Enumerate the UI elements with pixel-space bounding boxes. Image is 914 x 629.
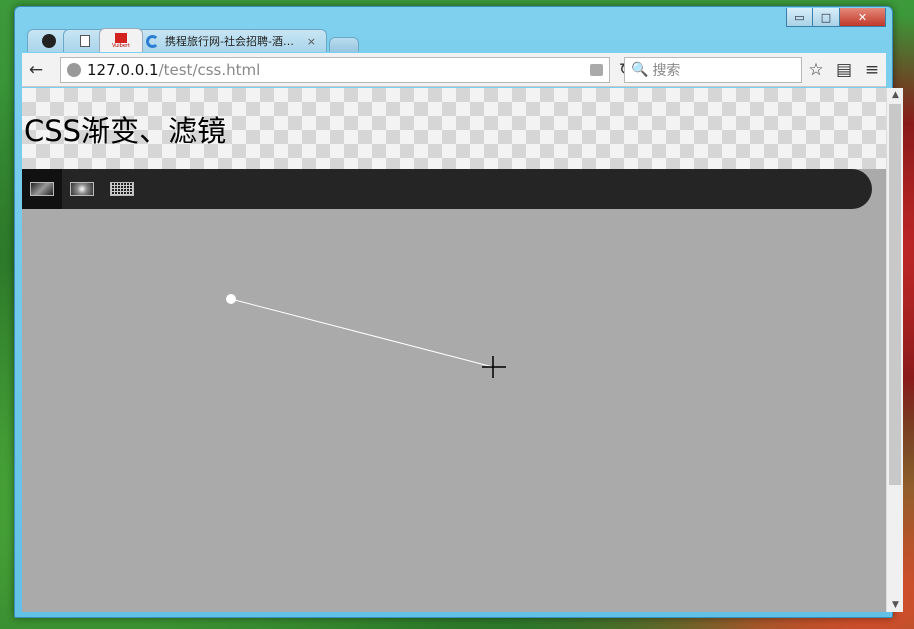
nav-linear-gradient[interactable] [22, 169, 62, 209]
scroll-down-icon[interactable]: ▼ [887, 598, 904, 612]
crosshair-cursor-icon [482, 356, 506, 378]
reader-icon[interactable]: ▤ [830, 56, 858, 84]
gradient-start-handle[interactable] [226, 294, 236, 304]
swirl-icon [146, 34, 159, 48]
url-host: 127.0.0.1 [87, 61, 159, 79]
scroll-up-icon[interactable]: ▲ [887, 88, 904, 102]
gradient-direction-line [230, 298, 494, 368]
nav-radial-gradient[interactable] [62, 169, 102, 209]
gradient-canvas[interactable] [22, 209, 872, 612]
blank-page-icon [80, 35, 90, 47]
browser-toolbar: ← 127.0.0.1/test/css.html ↻ 🔍 搜索 ☆ ▤ ≡ [22, 53, 886, 87]
page-header: CSS渐变、滤镜 [22, 88, 886, 169]
dropdown-icon[interactable] [590, 64, 603, 76]
page-viewport: CSS渐变、滤镜 [22, 88, 886, 612]
radial-gradient-icon [70, 182, 94, 196]
scrollbar-thumb[interactable] [889, 104, 901, 485]
back-button[interactable]: ← [22, 56, 50, 84]
grid-pattern-icon [110, 182, 134, 196]
minimize-button[interactable]: ▭ [786, 8, 813, 27]
tab-current[interactable]: Vuibert [99, 28, 143, 52]
new-tab-button[interactable] [329, 37, 359, 52]
search-icon: 🔍 [631, 62, 649, 78]
address-bar[interactable]: 127.0.0.1/test/css.html [60, 57, 610, 83]
window-controls: ▭ □ ✕ [786, 8, 886, 27]
menu-icon[interactable]: ≡ [858, 56, 886, 84]
page-title: CSS渐变、滤镜 [24, 114, 227, 148]
url-path: /test/css.html [158, 61, 261, 79]
search-input[interactable]: 🔍 搜索 [624, 57, 802, 83]
search-placeholder: 搜索 [652, 63, 681, 79]
browser-window: ▭ □ ✕ Vuibert 携程旅行网-社会招聘-酒… × ← 127.0.0.… [14, 6, 903, 618]
tab-title: 携程旅行网-社会招聘-酒… [165, 35, 294, 48]
bookmark-star-icon[interactable]: ☆ [802, 56, 830, 84]
nav-grid-pattern[interactable] [102, 169, 142, 209]
gradient-nav [22, 169, 872, 209]
ctrip-icon: Vuibert [112, 32, 130, 49]
maximize-button[interactable]: □ [813, 8, 840, 27]
globe-icon [67, 63, 81, 77]
close-window-button[interactable]: ✕ [840, 8, 886, 27]
url-text[interactable]: 127.0.0.1/test/css.html [87, 61, 260, 79]
linear-gradient-icon [30, 182, 54, 196]
tab-ctrip[interactable]: 携程旅行网-社会招聘-酒… × [135, 29, 327, 52]
github-icon [42, 34, 56, 48]
tab-strip: Vuibert 携程旅行网-社会招聘-酒… × [27, 28, 359, 52]
tab-close-icon[interactable]: × [307, 35, 316, 48]
vertical-scrollbar[interactable]: ▲ ▼ [886, 88, 903, 612]
